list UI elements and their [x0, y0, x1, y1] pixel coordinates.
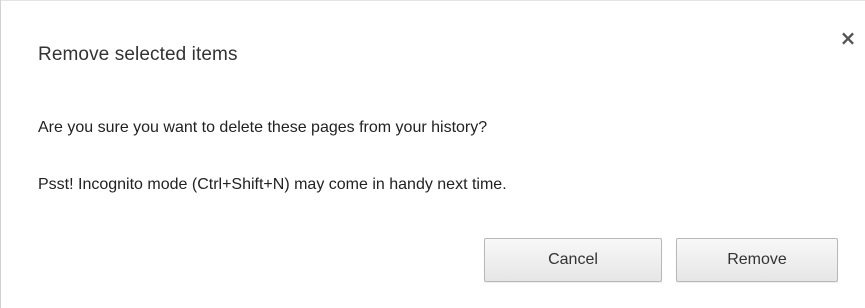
- cancel-button-label: Cancel: [548, 251, 598, 268]
- cancel-button[interactable]: Cancel: [484, 238, 662, 282]
- remove-button-label: Remove: [727, 251, 787, 268]
- confirm-message: Are you sure you want to delete these pa…: [38, 119, 488, 136]
- incognito-hint: Psst! Incognito mode (Ctrl+Shift+N) may …: [38, 176, 507, 193]
- close-icon[interactable]: ×: [838, 28, 858, 48]
- left-divider: [0, 0, 1, 308]
- dialog-title: Remove selected items: [38, 44, 238, 65]
- remove-button[interactable]: Remove: [676, 238, 838, 282]
- remove-items-dialog: Remove selected items × Are you sure you…: [0, 0, 865, 308]
- top-divider: [0, 0, 865, 1]
